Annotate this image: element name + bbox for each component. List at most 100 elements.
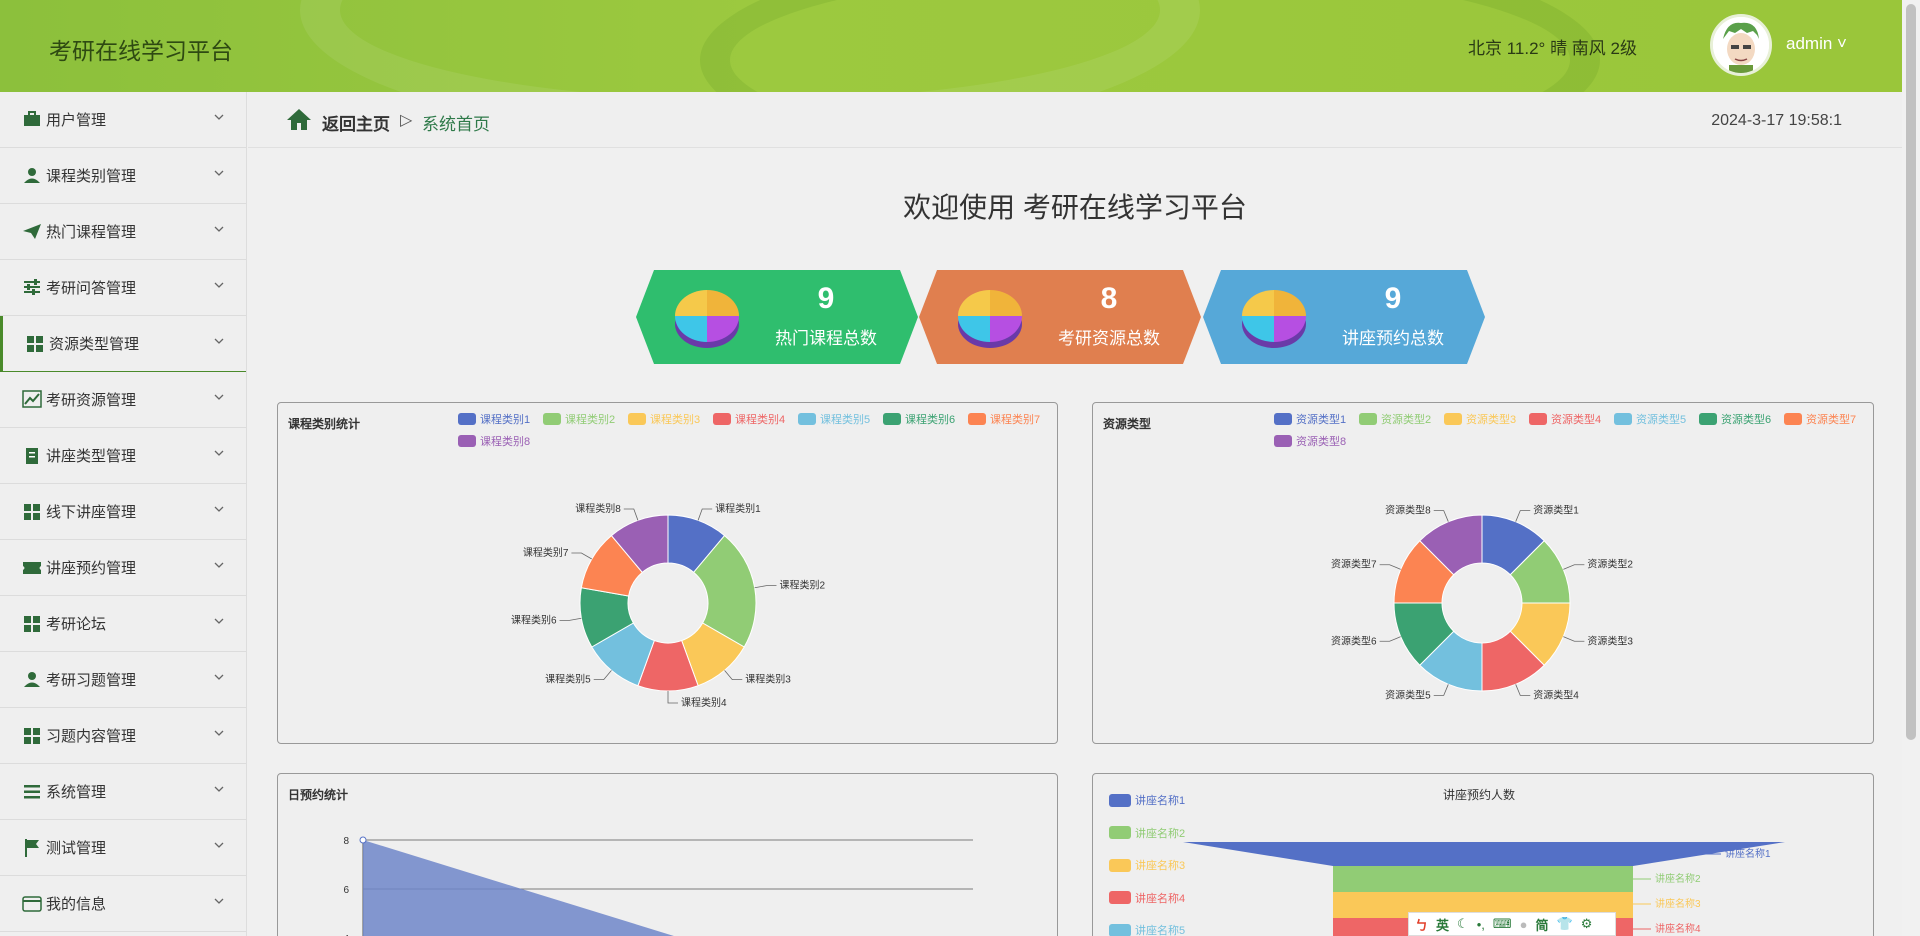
pie-slice-label: 课程类别4 [681,696,727,709]
user-menu[interactable]: admin ˅ [1786,34,1847,54]
pie-label-line [667,691,678,704]
ime-simplified-toggle[interactable]: 简 [1535,915,1548,934]
pie-slice-label: 课程类别7 [523,546,569,559]
ime-logo-icon[interactable]: ㄅ [1415,915,1428,934]
sidebar-item-label: 习题内容管理 [46,728,137,745]
list-icon [22,783,42,801]
sidebar-item[interactable]: 我的信息 [0,876,246,932]
keyboard-icon[interactable]: ⌨ [1493,916,1512,932]
avatar-face-icon [1713,17,1769,73]
sidebar-item-label: 考研论坛 [46,616,107,633]
stat-card[interactable]: 9 热门课程总数 [636,270,918,364]
user-icon [22,167,42,185]
sidebar-item[interactable]: 课程类别管理 [0,148,246,204]
chevron-down-icon [214,170,224,176]
pie-label-line [1379,564,1401,570]
chevron-down-icon [214,842,224,848]
pie-slice-label: 课程类别6 [511,613,557,626]
sidebar-item-label: 考研习题管理 [46,672,137,689]
sidebar-item[interactable]: 讲座预约管理 [0,540,246,596]
sidebar-item[interactable]: 考研资源管理 [0,372,246,428]
user-icon [22,671,42,689]
sidebar-item[interactable]: 用户管理 [0,92,246,148]
back-home-link[interactable]: 返回主页 [322,110,390,135]
pie-label-line [724,670,743,681]
stat-card[interactable]: 8 考研资源总数 [919,270,1201,364]
sidebar-item[interactable]: 考研问答管理 [0,260,246,316]
pie-slice-label: 课程类别3 [745,673,791,686]
stat-number: 8 [1100,282,1118,315]
current-time: 2024-3-17 19:58:1 [1711,112,1842,129]
sliders-icon [22,279,42,297]
course-category-chart-panel: 课程类别统计 课程类别1 课程类别2 课程类别3 课程类别4 课程类别5 课程类别6 课程类… [277,402,1058,744]
sidebar-item-label: 测试管理 [46,840,107,857]
card-icon [22,895,42,913]
sidebar-item[interactable]: 讲座类型管理 [0,428,246,484]
y-tick-label: 8 [343,836,349,847]
grid-icon [22,503,42,521]
pie-slice-label: 资源类型7 [1331,558,1377,571]
scrollbar-thumb[interactable] [1906,4,1916,740]
chevron-down-icon [214,394,224,400]
avatar[interactable] [1710,14,1772,76]
stat-card[interactable]: 9 讲座预约总数 [1203,270,1485,364]
ime-toolbar: ㄅ 英 ☾ •, ⌨ ● 简 👕 ⚙ [1408,912,1616,936]
chevron-down-icon [214,898,224,904]
pie-slice-label: 课程类别8 [575,502,621,515]
sidebar-item[interactable]: 资源类型管理 [0,316,246,372]
line-chart-icon [22,390,42,409]
sidebar-item[interactable]: 习题内容管理 [0,708,246,764]
chevron-down-icon [214,226,224,232]
daily-booking-area-chart: 864 [343,836,973,936]
briefcase-icon [22,111,42,129]
sidebar-item[interactable]: 系统管理 [0,764,246,820]
funnel-segment[interactable] [1333,866,1633,892]
punctuation-icon[interactable]: •, [1477,917,1485,932]
user-icon[interactable]: ● [1520,917,1528,932]
sidebar-item[interactable]: 考研论坛 [0,596,246,652]
funnel-label: 讲座名称3 [1655,897,1701,910]
y-tick-label: 6 [343,885,349,896]
sidebar-item-label: 考研资源管理 [46,392,137,409]
resource-type-pie-chart: 资源类型1 资源类型2 资源类型3 资源类型4 资源类型5 资源类型6 资源类型7 资源类型8 [1331,504,1633,702]
skin-icon[interactable]: 👕 [1557,916,1573,932]
top-header: 考研在线学习平台 北京 11.2° 晴 南风 2级 admin ˅ [0,0,1902,92]
chevron-down-icon [214,786,224,792]
resource-type-chart-panel: 资源类型 资源类型1 资源类型2 资源类型3 资源类型4 资源类型5 资源类型6 资源类型7… [1092,402,1874,744]
pie-slice-label: 资源类型3 [1587,634,1633,647]
page-scrollbar[interactable] [1902,0,1920,936]
sidebar-item-label: 系统管理 [46,784,107,801]
sidebar-item[interactable]: 热门课程管理 [0,204,246,260]
chevron-down-icon [214,282,224,288]
stat-label: 讲座预约总数 [1342,329,1444,348]
sidebar-item[interactable]: 线下讲座管理 [0,484,246,540]
moon-icon[interactable]: ☾ [1457,916,1469,932]
ime-language-toggle[interactable]: 英 [1436,915,1449,934]
sidebar-item-label: 课程类别管理 [46,168,137,185]
pie-slice-label: 课程类别2 [779,579,825,592]
pie-slice-label: 资源类型6 [1331,634,1377,647]
chevron-down-icon [214,674,224,680]
chevron-down-icon [214,618,224,624]
data-point[interactable] [359,836,367,844]
pie-slice-label: 资源类型4 [1533,688,1579,701]
pie-slice-label: 课程类别1 [715,502,761,515]
chevron-down-icon [214,506,224,512]
pie-slice-label: 资源类型5 [1385,688,1431,701]
sidebar-item-label: 考研问答管理 [46,280,137,297]
settings-icon[interactable]: ⚙ [1581,916,1593,932]
pie-label-line [571,552,592,560]
area-series[interactable] [363,840,703,936]
welcome-title: 欢迎使用 考研在线学习平台 [903,192,1247,223]
sidebar-item[interactable]: 测试管理 [0,820,246,876]
stat-label: 热门课程总数 [775,329,877,348]
pie-label-line [593,670,612,681]
pie-label-line [1515,510,1531,522]
home-icon[interactable] [286,107,312,131]
funnel-segment[interactable] [1183,842,1785,866]
pie-slice-label: 资源类型8 [1385,504,1431,517]
stat-label: 考研资源总数 [1058,329,1160,348]
chevron-down-icon [214,114,224,120]
sidebar-item-label: 资源类型管理 [49,336,140,353]
sidebar-item[interactable]: 考研习题管理 [0,652,246,708]
